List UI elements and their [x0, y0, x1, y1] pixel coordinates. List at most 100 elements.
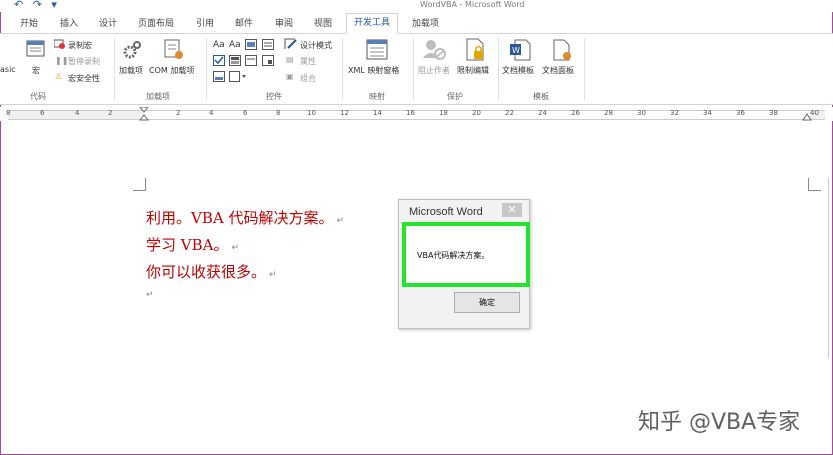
ruler-number: 40	[810, 109, 819, 117]
tab-addins[interactable]: 加载项	[412, 16, 439, 29]
combo-box-icon[interactable]	[229, 55, 241, 66]
ruler-number: 16	[406, 109, 415, 117]
doc-line-2[interactable]: 学习 VBA。 ↵	[146, 234, 239, 255]
ruler-number: 24	[538, 109, 547, 117]
ruler-number: 6	[243, 109, 248, 117]
ruler-number: 26	[571, 109, 580, 117]
group-label-code: 代码	[30, 92, 46, 101]
tab-review[interactable]: 审阅	[275, 16, 293, 29]
lock-icon[interactable]	[465, 38, 487, 62]
ruler-number: 20	[472, 109, 481, 117]
dialog-message-area: VBA代码解决方案。	[402, 222, 530, 287]
ruler-number: 22	[505, 109, 514, 117]
record-macro-icon[interactable]	[54, 39, 66, 49]
doc-line-3[interactable]: 你可以收获很多。 ↵	[146, 261, 277, 282]
picture-control-icon[interactable]	[245, 39, 257, 50]
indent-marker-icon[interactable]	[139, 107, 149, 121]
ruler-number: 18	[439, 109, 448, 117]
record-macro-label[interactable]: 录制宏	[68, 40, 92, 51]
quick-access-icons[interactable]: ↶ ↷ ▾	[14, 0, 60, 11]
ruler-number: 32	[670, 109, 679, 117]
macros-icon[interactable]	[26, 39, 46, 59]
repeating-section-icon[interactable]	[213, 71, 225, 82]
tab-layout[interactable]: 页面布局	[138, 16, 174, 29]
tab-references[interactable]: 引用	[196, 16, 214, 29]
macro-security-label[interactable]: 宏安全性	[68, 73, 100, 84]
group-label-controls: 控件	[266, 92, 282, 101]
svg-text:W: W	[512, 46, 520, 55]
warning-icon: ⚠	[55, 72, 63, 81]
tab-insert[interactable]: 插入	[60, 16, 78, 29]
ruler-number: 12	[340, 109, 349, 117]
ok-button[interactable]: 确定	[454, 292, 520, 313]
separator	[114, 38, 115, 100]
ruler-number: 36	[736, 109, 745, 117]
addins-label[interactable]: 加载项	[119, 65, 143, 76]
group-label-protect: 保护	[447, 92, 463, 101]
pause-recording-label[interactable]: 暂停录制	[68, 56, 100, 67]
visual-basic-button[interactable]: asic	[0, 65, 16, 74]
horizontal-ruler[interactable]: 8 6 4 2 2 4 6 8 10 12 14 16 18 20 22 24 …	[0, 107, 833, 121]
group-label-addins: 加载项	[146, 92, 170, 101]
design-mode-label[interactable]: 设计模式	[300, 40, 332, 51]
building-block-icon[interactable]	[262, 39, 274, 50]
empty-paragraph-mark[interactable]: ↵	[146, 290, 154, 300]
doc-line-1[interactable]: 利用。VBA 代码解决方案。 ↵	[146, 207, 344, 228]
dialog-message: VBA代码解决方案。	[417, 251, 490, 260]
title-bar: ↶ ↷ ▾ WordVBA - Microsoft Word	[0, 0, 833, 12]
tab-design[interactable]: 设计	[99, 16, 117, 29]
separator	[342, 38, 343, 100]
date-picker-icon[interactable]	[262, 55, 274, 66]
dropdown-list-icon[interactable]	[245, 55, 257, 66]
block-authors-icon[interactable]	[422, 38, 446, 60]
tab-developer[interactable]: 开发工具	[346, 13, 399, 34]
group-icon: ▣	[286, 72, 294, 81]
watermark: 知乎 @VBA专家	[638, 410, 801, 435]
group-label-mapping: 映射	[369, 92, 385, 101]
document-panel-icon[interactable]	[551, 39, 573, 61]
ruler-number: 34	[703, 109, 712, 117]
legacy-tools-icon[interactable]	[229, 71, 247, 82]
xml-mapping-icon[interactable]	[366, 39, 388, 61]
properties-label[interactable]: 属性	[300, 56, 316, 67]
margin-corner-top-right	[808, 178, 821, 191]
block-authors-label[interactable]: 阻止作者	[418, 65, 450, 76]
rich-text-control[interactable]: Aa	[213, 40, 225, 50]
document-panel-label[interactable]: 文档面板	[542, 65, 574, 76]
page-edge	[828, 178, 829, 358]
ruler-number: 14	[373, 109, 382, 117]
message-box-dialog: Microsoft Word ✕ VBA代码解决方案。 确定	[398, 199, 530, 329]
document-template-label[interactable]: 文档模板	[502, 65, 534, 76]
ribbon: asic 宏 录制宏 ❚❚ 暂停录制 ⚠ 宏安全性 代码 加载项 COM 加载项…	[0, 34, 833, 105]
macros-label[interactable]: 宏	[32, 65, 40, 76]
com-addins-label[interactable]: COM 加载项	[149, 65, 194, 76]
gear-icon[interactable]	[122, 40, 142, 60]
doc-line-2-text: 学习 VBA。	[146, 236, 229, 254]
separator	[584, 38, 585, 100]
ribbon-tabs: 开始 插入 设计 页面布局 引用 邮件 审阅 视图 开发工具 加载项	[0, 13, 833, 34]
pause-icon: ❚❚	[55, 56, 69, 65]
paragraph-mark: ↵	[231, 243, 240, 253]
com-addins-icon[interactable]	[163, 39, 185, 61]
plain-text-control[interactable]: Aa	[229, 40, 241, 50]
ruler-number: 2	[176, 109, 181, 117]
dialog-title: Microsoft Word	[409, 206, 483, 218]
tab-mailings[interactable]: 邮件	[235, 16, 253, 29]
restrict-editing-label[interactable]: 限制编辑	[457, 65, 489, 76]
checkbox-control-icon[interactable]	[213, 55, 225, 66]
word-template-icon[interactable]: W	[509, 39, 531, 61]
group-label[interactable]: 组合	[300, 73, 316, 84]
group-label-templates: 模板	[533, 92, 549, 101]
xml-mapping-label[interactable]: XML 映射窗格	[348, 65, 399, 76]
ruler-number: 38	[769, 109, 778, 117]
ruler-number: 8	[276, 109, 281, 117]
paragraph-mark: ↵	[269, 270, 277, 280]
separator	[413, 38, 414, 100]
close-icon[interactable]: ✕	[502, 203, 522, 217]
ruler-number: 8	[6, 109, 11, 117]
ruler-number: 4	[75, 109, 80, 117]
design-mode-icon[interactable]	[284, 38, 298, 50]
doc-line-1-text: 利用。VBA 代码解决方案。	[146, 209, 334, 227]
tab-view[interactable]: 视图	[314, 16, 332, 29]
tab-home[interactable]: 开始	[20, 16, 38, 29]
